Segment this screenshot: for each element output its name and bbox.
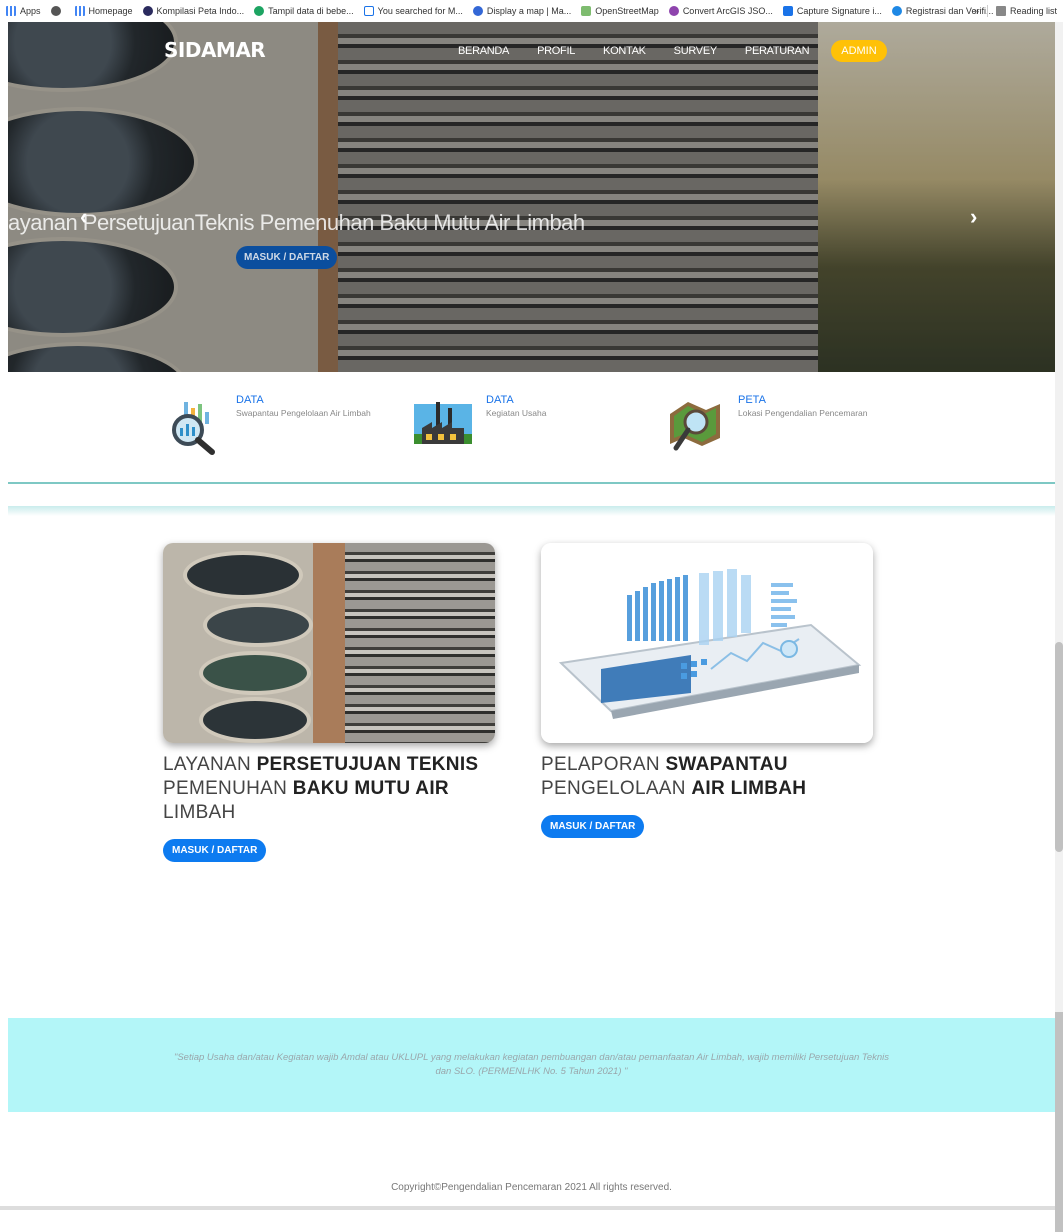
bookmark-capture[interactable]: Capture Signature i... [782,6,882,16]
main-nav: BERANDA PROFIL KONTAK SURVEY PERATURAN A… [458,40,887,62]
bookmark-display-map[interactable]: Display a map | Ma... [472,6,571,16]
bookmark-homepage[interactable]: Homepage [74,6,133,16]
tablet-chart-illustration [541,543,873,743]
feature-desc: Swapantau Pengelolaan Air Limbah [236,408,371,418]
bookmarks-bar: Apps Homepage Kompilasi Peta Indo... Tam… [0,0,1063,22]
feature-title[interactable]: DATA [486,394,547,406]
bookmark-searched[interactable]: You searched for M... [363,6,463,16]
title-bold: PERSETUJUAN TEKNIS [256,754,479,775]
more-bookmarks-button[interactable]: » [974,6,979,16]
carousel-next-icon[interactable]: › [970,204,977,230]
card-image-wastewater [163,543,495,743]
feature-text: DATA Kegiatan Usaha [486,394,547,456]
feature-title[interactable]: DATA [236,394,371,406]
grid-icon [74,6,85,16]
feature-title[interactable]: PETA [738,394,867,406]
title-part: LIMBAH [163,802,236,823]
nav-profil[interactable]: PROFIL [537,45,575,57]
nav-beranda[interactable]: BERANDA [458,45,509,57]
apps-grid-icon [6,6,16,16]
map-pin-icon [472,6,483,16]
bookmark-globe[interactable] [50,6,65,16]
globe-icon [50,6,61,16]
hero-title: ayanan PersetujuanTeknis Pemenuhan Baku … [8,210,585,235]
title-part: PEMENUHAN [163,778,293,799]
map-icon [142,6,153,16]
feature-desc: Kegiatan Usaha [486,408,547,418]
title-bold: SWAPANTAU [665,754,788,775]
circle-icon [891,6,902,16]
card-login-button[interactable]: MASUK / DAFTAR [163,839,267,862]
card-title: LAYANAN PERSETUJUAN TEKNIS PEMENUHAN BAK… [163,753,495,825]
section-divider [8,482,1055,484]
bookmark-apps[interactable]: Apps [6,6,41,16]
title-part: PELAPORAN [541,754,666,775]
feature-data-swapantau[interactable]: DATA Swapantau Pengelolaan Air Limbah [164,394,371,456]
pool-shape [199,697,311,743]
nav-peraturan[interactable]: PERATURAN [745,45,810,57]
hero-carousel: SIDAMAR BERANDA PROFIL KONTAK SURVEY PER… [8,22,1055,372]
factory-icon [414,394,472,456]
bookmark-convert[interactable]: Convert ArcGIS JSO... [668,6,773,16]
magnifier-chart-icon [164,394,222,456]
title-part: LAYANAN [163,754,257,775]
nav-kontak[interactable]: KONTAK [603,45,646,57]
scrollbar-thumb-lower[interactable] [1055,1012,1063,1232]
footer-copyright: Copyright©Pengendalian Pencemaran 2021 A… [391,1182,672,1193]
pool-shape [183,551,303,599]
bookmark-osm[interactable]: OpenStreetMap [581,6,659,16]
card-pelaporan-swapantau: PELAPORAN SWAPANTAU PENGELOLAAN AIR LIMB… [541,543,873,838]
feature-text: DATA Swapantau Pengelolaan Air Limbah [236,394,371,456]
vertical-scrollbar[interactable] [1055,22,1063,1232]
scrollbar-thumb[interactable] [1055,642,1063,852]
horizontal-scrollbar[interactable] [0,1206,1055,1210]
quote-band: "Setiap Usaha dan/atau Kegiatan wajib Am… [8,1018,1055,1112]
pool-shape [199,651,311,695]
osm-icon [581,6,592,16]
nav-survey[interactable]: SURVEY [674,45,718,57]
s-icon [254,6,265,16]
hero-login-button[interactable]: MASUK / DAFTAR [236,246,338,269]
reading-list-icon [995,6,1006,16]
feature-text: PETA Lokasi Pengendalian Pencemaran [738,394,867,456]
bookmarks-right: » Reading list [974,0,1057,22]
location-icon [668,6,679,16]
card-image-tablet-chart [541,543,873,743]
feature-peta-lokasi[interactable]: PETA Lokasi Pengendalian Pencemaran [666,394,867,456]
section-band [8,506,1055,516]
image-stripe [313,543,345,743]
bookmark-kompilasi[interactable]: Kompilasi Peta Indo... [142,6,244,16]
card-title: PELAPORAN SWAPANTAU PENGELOLAAN AIR LIMB… [541,753,873,801]
hero-overlay [8,22,1055,372]
card-login-button[interactable]: MASUK / DAFTAR [541,815,645,838]
card-persetujuan-teknis: LAYANAN PERSETUJUAN TEKNIS PEMENUHAN BAK… [163,543,495,862]
bookmark-tampil[interactable]: Tampil data di bebe... [254,6,354,16]
feature-desc: Lokasi Pengendalian Pencemaran [738,408,868,418]
code-icon [363,6,374,16]
image-right [345,543,495,743]
m-icon [782,6,793,16]
feature-data-kegiatan[interactable]: DATA Kegiatan Usaha [414,394,547,456]
map-magnifier-icon [666,394,724,456]
separator [986,5,988,17]
site-logo[interactable]: SIDAMAR [164,38,266,62]
carousel-prev-icon[interactable]: ‹ [80,204,87,230]
title-part: PENGELOLAAN [541,778,692,799]
features-row: DATA Swapantau Pengelolaan Air Limbah DA… [0,372,1055,484]
title-bold: AIR LIMBAH [691,778,807,799]
pool-shape [203,603,313,647]
nav-admin-button[interactable]: ADMIN [831,40,887,62]
title-bold: BAKU MUTU AIR [292,778,449,799]
reading-list-button[interactable]: Reading list [1010,6,1057,16]
regulation-quote: "Setiap Usaha dan/atau Kegiatan wajib Am… [173,1052,890,1077]
